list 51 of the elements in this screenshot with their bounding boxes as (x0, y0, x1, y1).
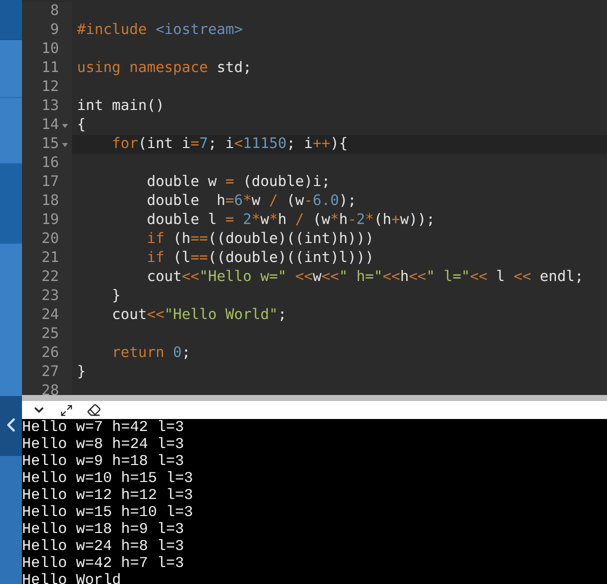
line-number: 15 (42, 135, 59, 154)
console-line: Hello w=15 h=10 l=3 (22, 504, 194, 521)
line-number: 21 (42, 249, 59, 268)
line-number: 8 (50, 2, 59, 21)
console-line: Hello w=7 h=42 l=3 (22, 419, 186, 436)
console-line: Hello w=9 h=18 l=3 (22, 453, 186, 470)
code-line: #include <iostream> (76, 21, 243, 40)
side-panel-tab[interactable] (0, 396, 22, 456)
console-line: Hello w=24 h=8 l=3 (22, 538, 186, 555)
code-line: int main() (76, 97, 164, 116)
line-number: 24 (42, 306, 59, 325)
line-number: 26 (42, 344, 59, 363)
line-number: 25 (42, 325, 59, 344)
code-line: } (110, 287, 121, 306)
line-number: 14 (42, 116, 59, 135)
console-line: Hello w=12 h=12 l=3 (22, 487, 194, 504)
code-line: double h=6*w / (w-6.0); (146, 192, 356, 211)
fold-arrow-icon[interactable] (62, 124, 68, 128)
line-number: 10 (42, 40, 59, 59)
code-line: for(int i=7; i<11150; i++){ (110, 135, 348, 154)
code-line: if (h==((double)((int)h))) (146, 230, 374, 249)
code-line: return 0; (110, 344, 191, 363)
line-number: 12 (42, 78, 59, 97)
line-number: 20 (42, 230, 59, 249)
eraser-icon[interactable] (87, 403, 101, 417)
console-line: Hello w=18 h=9 l=3 (22, 521, 186, 538)
code-line: using namespace std; (76, 59, 252, 78)
line-number: 16 (42, 154, 59, 173)
line-number: 11 (42, 59, 59, 78)
code-line: if (l==((double)((int)l))) (146, 249, 374, 268)
line-number: 18 (42, 192, 59, 211)
expand-icon[interactable] (60, 404, 73, 416)
line-number: 17 (42, 173, 59, 192)
code-line: cout<<"Hello World"; (110, 306, 287, 325)
console-line: Hello w=8 h=24 l=3 (22, 436, 186, 453)
code-line: cout<<"Hello w=" <<w<<" h="<<h<<" l="<< l << endl; (146, 268, 584, 287)
line-number: 13 (42, 97, 59, 116)
code-line: { (76, 116, 86, 135)
line-number: 23 (42, 287, 59, 306)
code-line: double w = (double)i; (146, 173, 330, 192)
code-line: } (76, 363, 86, 382)
console-line: Hello World (22, 572, 122, 584)
fold-arrow-icon[interactable] (62, 142, 68, 146)
console-line: Hello w=42 h=7 l=3 (22, 555, 186, 572)
line-number: 28 (42, 382, 59, 395)
console-line: Hello w=10 h=15 l=3 (22, 470, 194, 487)
code-line: double l = 2*w*h / (w*h-2*(h+w)); (146, 211, 436, 230)
line-number: 22 (42, 268, 59, 287)
line-number: 19 (42, 211, 59, 230)
line-number: 9 (50, 21, 59, 40)
line-number: 27 (42, 363, 59, 382)
